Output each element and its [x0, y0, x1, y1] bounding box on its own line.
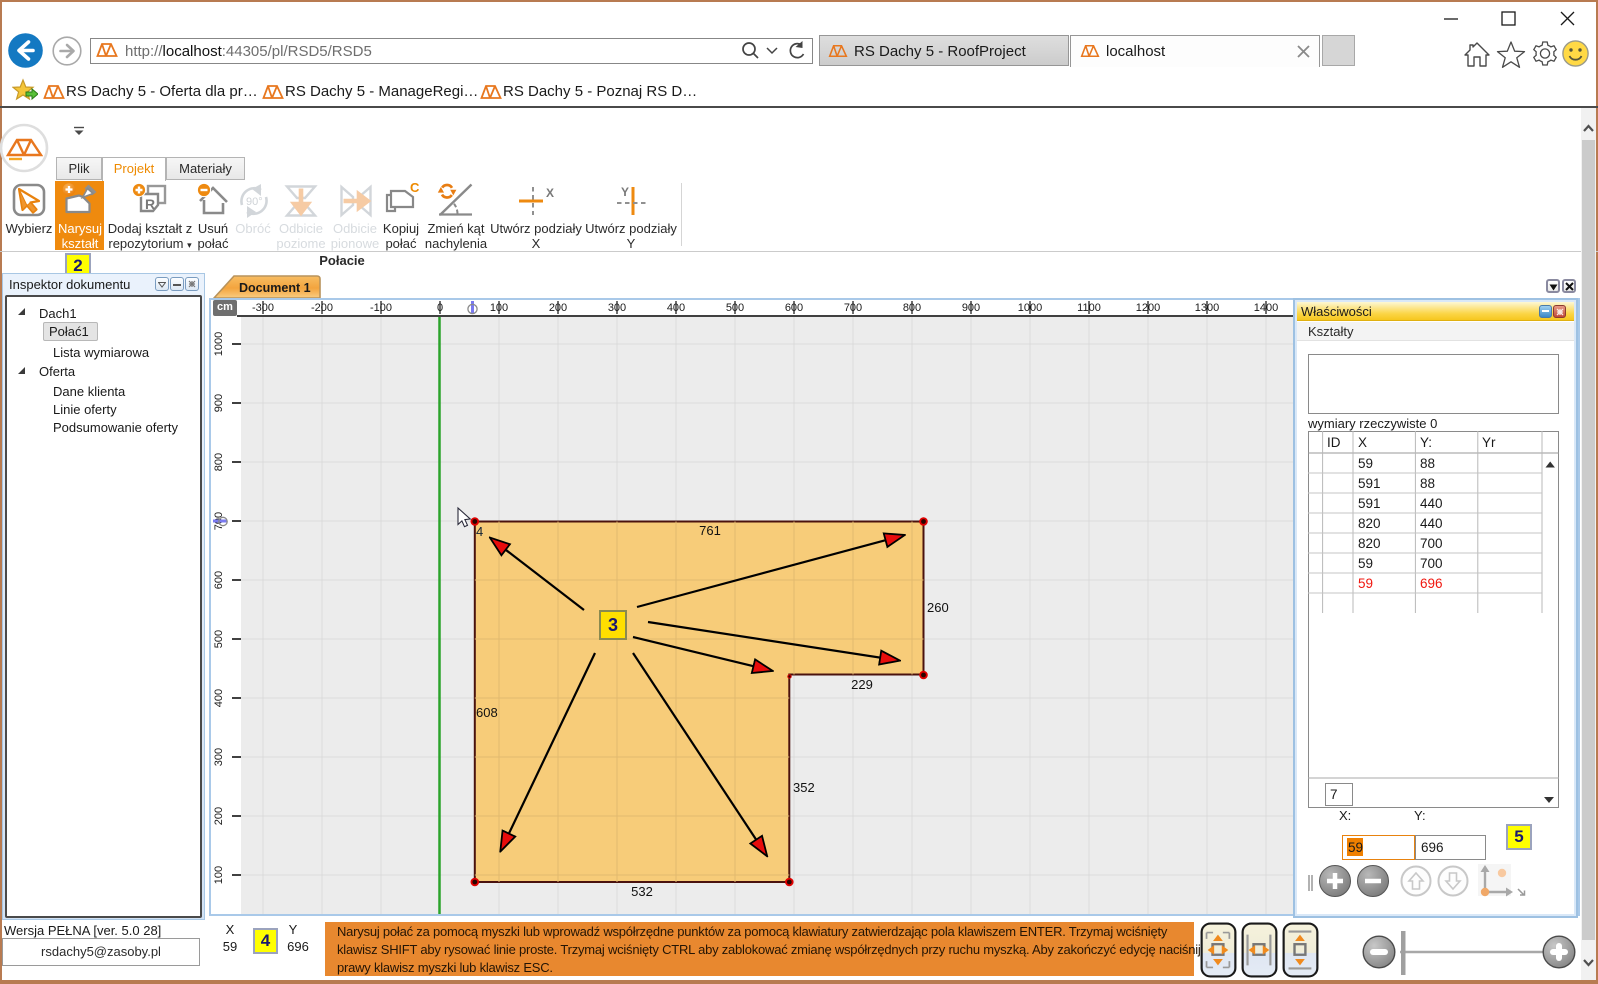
- svg-text:200: 200: [213, 807, 225, 825]
- svg-text:820: 820: [1358, 516, 1381, 531]
- svg-text:1200: 1200: [1136, 302, 1160, 314]
- svg-text:Yr: Yr: [1482, 435, 1496, 450]
- svg-text:X: X: [1358, 435, 1367, 450]
- svg-text:R: R: [145, 196, 155, 212]
- svg-text:Document 1: Document 1: [239, 281, 311, 295]
- svg-text:88: 88: [1420, 456, 1435, 471]
- svg-text:400: 400: [213, 689, 225, 707]
- svg-text:X: X: [546, 186, 554, 200]
- svg-text:352: 352: [793, 780, 815, 795]
- svg-text:-100: -100: [370, 302, 392, 314]
- svg-text:591: 591: [1358, 496, 1381, 511]
- svg-text:200: 200: [549, 302, 567, 314]
- svg-text:700: 700: [844, 302, 862, 314]
- svg-text:C: C: [410, 183, 420, 195]
- svg-text:1300: 1300: [1195, 302, 1219, 314]
- svg-text:820: 820: [1358, 536, 1381, 551]
- svg-text:100: 100: [490, 302, 508, 314]
- svg-text:440: 440: [1420, 496, 1443, 511]
- svg-text:900: 900: [213, 394, 225, 412]
- svg-text:300: 300: [608, 302, 626, 314]
- svg-text:100: 100: [213, 866, 225, 884]
- svg-text:ID: ID: [1327, 435, 1341, 450]
- svg-text:260: 260: [927, 600, 949, 615]
- svg-text:-300: -300: [252, 302, 274, 314]
- svg-text:4: 4: [476, 524, 483, 539]
- svg-text:-200: -200: [311, 302, 333, 314]
- svg-text:59: 59: [1358, 556, 1373, 571]
- svg-text:700: 700: [1420, 536, 1443, 551]
- svg-text:59: 59: [1358, 576, 1373, 591]
- svg-text:1000: 1000: [213, 332, 225, 356]
- svg-text:761: 761: [699, 523, 721, 538]
- svg-text:90°: 90°: [246, 196, 263, 208]
- svg-text:Y:: Y:: [1420, 435, 1432, 450]
- svg-text:59: 59: [1358, 456, 1373, 471]
- svg-text:7: 7: [1330, 787, 1338, 802]
- svg-text:591: 591: [1358, 476, 1381, 491]
- svg-text:1400: 1400: [1254, 302, 1278, 314]
- svg-text:600: 600: [785, 302, 803, 314]
- svg-text:229: 229: [851, 677, 873, 692]
- svg-text:700: 700: [1420, 556, 1443, 571]
- svg-text:532: 532: [631, 884, 653, 899]
- svg-text:1000: 1000: [1018, 302, 1042, 314]
- svg-text:88: 88: [1420, 476, 1435, 491]
- svg-text:800: 800: [213, 453, 225, 471]
- svg-text:608: 608: [476, 705, 498, 720]
- svg-text:500: 500: [213, 630, 225, 648]
- svg-text:600: 600: [213, 571, 225, 589]
- svg-text:500: 500: [726, 302, 744, 314]
- svg-text:300: 300: [213, 748, 225, 766]
- svg-text:Y: Y: [621, 185, 629, 199]
- svg-text:696: 696: [1420, 576, 1443, 591]
- svg-text:3: 3: [608, 615, 618, 635]
- svg-text:900: 900: [962, 302, 980, 314]
- svg-text:400: 400: [667, 302, 685, 314]
- svg-text:800: 800: [903, 302, 921, 314]
- svg-text:0: 0: [437, 302, 443, 314]
- svg-text:440: 440: [1420, 516, 1443, 531]
- svg-text:1100: 1100: [1077, 302, 1101, 314]
